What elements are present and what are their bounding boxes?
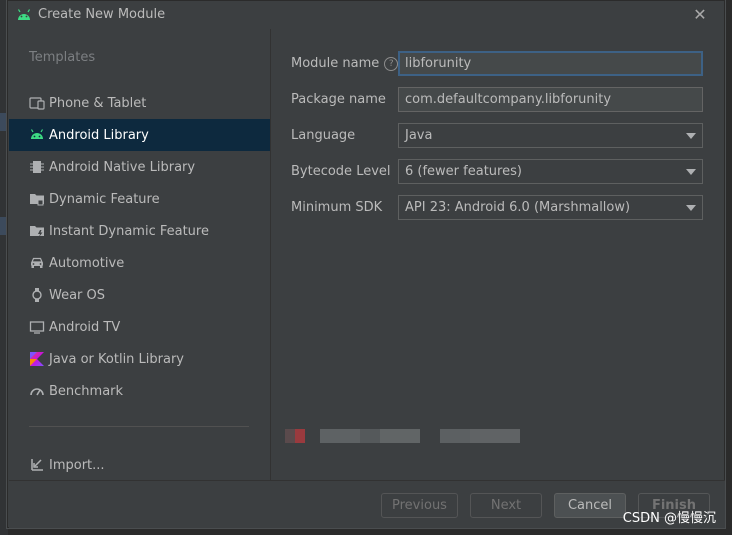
folder-bolt-icon (29, 223, 45, 239)
dialog-footer: Previous Next Cancel Finish (9, 481, 725, 528)
module-name-label-text: Module name (291, 56, 380, 71)
android-icon (29, 127, 45, 143)
templates-panel: Templates Phone & Tablet Android Library… (9, 29, 270, 480)
create-module-dialog: Create New Module ✕ Templates Phone & Ta… (7, 0, 725, 528)
bytecode-level-select[interactable]: 6 (fewer features) (398, 159, 703, 184)
template-label: Instant Dynamic Feature (49, 223, 209, 239)
phone-tablet-icon (29, 95, 45, 111)
templates-divider (29, 426, 249, 427)
template-label: Android Library (49, 127, 149, 143)
templates-list: Phone & Tablet Android Library Android N… (9, 87, 270, 407)
language-label: Language (291, 128, 356, 143)
watch-icon (29, 287, 45, 303)
kotlin-icon (29, 351, 45, 367)
template-android-tv[interactable]: Android TV (9, 311, 270, 343)
module-name-row: Module name ? (291, 51, 711, 77)
language-row: Language Java (291, 123, 711, 149)
template-instant-dynamic-feature[interactable]: Instant Dynamic Feature (9, 215, 270, 247)
next-button[interactable]: Next (470, 493, 542, 518)
template-phone-tablet[interactable]: Phone & Tablet (9, 87, 270, 119)
minimum-sdk-value: API 23: Android 6.0 (Marshmallow) (405, 200, 631, 215)
language-select[interactable]: Java (398, 123, 703, 148)
bytecode-level-row: Bytecode Level 6 (fewer features) (291, 159, 711, 185)
bytecode-level-value: 6 (fewer features) (405, 164, 522, 179)
native-library-icon (29, 159, 45, 175)
dialog-title: Create New Module (38, 7, 166, 22)
android-icon (17, 9, 31, 20)
package-name-label: Package name (291, 92, 386, 107)
templates-heading: Templates (29, 50, 96, 65)
close-button[interactable]: ✕ (690, 5, 710, 25)
template-label: Android TV (49, 319, 121, 335)
template-label: Benchmark (49, 383, 124, 399)
template-label: Phone & Tablet (49, 95, 147, 111)
template-automotive[interactable]: Automotive (9, 247, 270, 279)
bytecode-level-label: Bytecode Level (291, 164, 391, 179)
minimum-sdk-row: Minimum SDK API 23: Android 6.0 (Marshma… (291, 195, 711, 221)
module-form: Module name ? Package name Language Java… (271, 29, 724, 480)
template-wear-os[interactable]: Wear OS (9, 279, 270, 311)
package-name-row: Package name (291, 87, 711, 113)
previous-button[interactable]: Previous (381, 493, 458, 518)
template-android-native-library[interactable]: Android Native Library (9, 151, 270, 183)
template-label: Wear OS (49, 287, 106, 303)
template-label: Android Native Library (49, 159, 196, 175)
template-label: Automotive (49, 255, 125, 271)
template-label: Dynamic Feature (49, 191, 160, 207)
cancel-button[interactable]: Cancel (554, 493, 626, 518)
language-value: Java (405, 128, 433, 143)
help-icon[interactable]: ? (384, 56, 399, 71)
minimum-sdk-label: Minimum SDK (291, 200, 383, 215)
minimum-sdk-select[interactable]: API 23: Android 6.0 (Marshmallow) (398, 195, 703, 220)
template-dynamic-feature[interactable]: Dynamic Feature (9, 183, 270, 215)
car-icon (29, 255, 45, 271)
package-name-input[interactable] (398, 87, 703, 112)
import-label: Import... (49, 457, 105, 473)
folder-icon (29, 191, 45, 207)
tv-icon (29, 319, 45, 335)
gauge-icon (29, 383, 45, 399)
template-benchmark[interactable]: Benchmark (9, 375, 270, 407)
chevron-down-icon (686, 133, 696, 139)
module-name-label: Module name ? (291, 56, 399, 71)
template-label: Java or Kotlin Library (49, 351, 185, 367)
import-icon (29, 457, 45, 473)
template-java-kotlin-library[interactable]: Java or Kotlin Library (9, 343, 270, 375)
title-bar: Create New Module ✕ (8, 1, 724, 29)
module-name-input[interactable] (398, 51, 703, 76)
chevron-down-icon (686, 205, 696, 211)
chevron-down-icon (686, 169, 696, 175)
import-module-item[interactable]: Import... (29, 456, 105, 474)
template-android-library[interactable]: Android Library (9, 119, 270, 151)
csdn-watermark: CSDN @慢慢沉 (622, 511, 716, 526)
